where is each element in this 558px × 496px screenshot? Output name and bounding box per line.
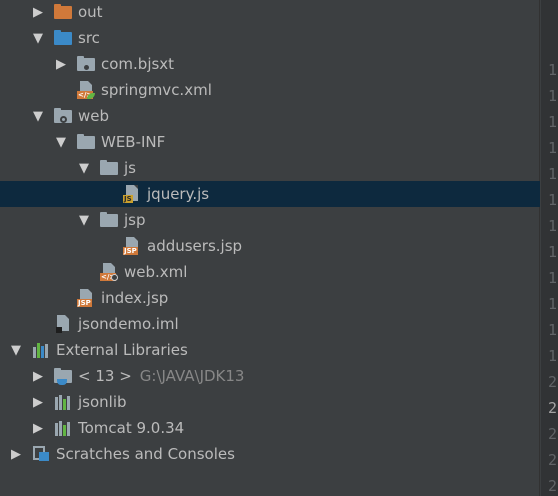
collapse-arrow-icon[interactable]: ▼ (78, 161, 90, 176)
line-number: 1 (548, 243, 558, 261)
tree-item-springmvc-xml[interactable]: </> springmvc.xml (0, 77, 540, 103)
line-number: 1 (548, 87, 558, 105)
line-number: 1 (548, 113, 558, 131)
tree-item-label: js (124, 159, 136, 177)
tree-item-label: springmvc.xml (101, 81, 212, 99)
tree-item-web-inf[interactable]: ▼ WEB-INF (0, 129, 540, 155)
tree-item-label: jsondemo.iml (78, 315, 179, 333)
collapse-arrow-icon[interactable]: ▼ (10, 343, 22, 358)
package-icon (77, 55, 95, 73)
line-number: 1 (548, 321, 558, 339)
tree-item-label: Tomcat 9.0.34 (78, 419, 185, 437)
tree-item-addusers-jsp[interactable]: JSP addusers.jsp (0, 233, 540, 259)
spring-xml-file-icon: </> (77, 81, 95, 99)
scratches-icon (32, 445, 50, 463)
expand-arrow-icon[interactable]: ▶ (32, 5, 44, 20)
folder-icon (100, 211, 118, 229)
folder-source-icon (54, 29, 72, 47)
expand-arrow-icon[interactable]: ▶ (32, 369, 44, 384)
editor-gutter: 1 1 1 1 1 1 1 1 1 1 1 1 2 2 2 2 2 (541, 0, 558, 496)
jsp-file-icon: JSP (123, 237, 141, 255)
web-folder-icon (54, 107, 72, 125)
tree-item-jsondemo-iml[interactable]: jsondemo.iml (0, 311, 540, 337)
tree-item-label: web.xml (124, 263, 188, 281)
line-number: 1 (548, 217, 558, 235)
line-number: 1 (548, 347, 558, 365)
collapse-arrow-icon[interactable]: ▼ (55, 135, 67, 150)
libraries-icon (32, 341, 50, 359)
tree-item-label: index.jsp (101, 289, 169, 307)
line-number-current: 2 (548, 399, 558, 417)
jdk-path: G:\JAVA\JDK13 (139, 367, 245, 385)
expand-arrow-icon[interactable]: ▶ (32, 395, 44, 410)
collapse-arrow-icon[interactable]: ▼ (78, 213, 90, 228)
folder-excluded-icon (54, 3, 72, 21)
web-xml-file-icon: </> (100, 263, 118, 281)
line-number: 2 (548, 477, 558, 495)
tree-item-external-libraries[interactable]: ▼ External Libraries (0, 337, 540, 363)
line-number: 2 (548, 451, 558, 469)
expand-arrow-icon[interactable]: ▶ (32, 421, 44, 436)
tree-item-label: External Libraries (56, 341, 188, 359)
line-number: 1 (548, 139, 558, 157)
line-number: 1 (548, 165, 558, 183)
jsp-file-icon: JSP (77, 289, 95, 307)
tree-item-label: WEB-INF (101, 133, 166, 151)
tree-item-index-jsp[interactable]: JSP index.jsp (0, 285, 540, 311)
tree-item-label: com.bjsxt (101, 55, 175, 73)
tree-item-label: jsp (124, 211, 146, 229)
tree-item-jquery-js[interactable]: JS jquery.js (0, 181, 540, 207)
module-file-icon (54, 315, 72, 333)
tree-item-out[interactable]: ▶ out (0, 0, 540, 25)
tree-item-com-bjsxt[interactable]: ▶ com.bjsxt (0, 51, 540, 77)
line-number: 1 (548, 295, 558, 313)
tree-item-jsp-folder[interactable]: ▼ jsp (0, 207, 540, 233)
tree-item-web-xml[interactable]: </> web.xml (0, 259, 540, 285)
library-icon (54, 419, 72, 437)
tree-item-jdk13[interactable]: ▶ < 13 > G:\JAVA\JDK13 (0, 363, 540, 389)
tree-item-js-folder[interactable]: ▼ js (0, 155, 540, 181)
tree-item-label: web (78, 107, 110, 125)
project-tree: ▶ out ▼ src ▶ com.bjsxt </> springmvc.xm… (0, 0, 540, 496)
javascript-file-icon: JS (123, 185, 141, 203)
tree-item-jsonlib[interactable]: ▶ jsonlib (0, 389, 540, 415)
tree-item-src[interactable]: ▼ src (0, 25, 540, 51)
tree-item-label: addusers.jsp (147, 237, 243, 255)
line-number: 2 (548, 373, 558, 391)
tree-item-label: < 13 > (78, 367, 132, 385)
tree-item-label: out (78, 3, 103, 21)
expand-arrow-icon[interactable]: ▶ (55, 57, 67, 72)
expand-arrow-icon[interactable]: ▶ (10, 447, 22, 462)
line-number: 1 (548, 61, 558, 79)
line-number: 2 (548, 425, 558, 443)
line-number: 1 (548, 191, 558, 209)
tree-item-scratches[interactable]: ▶ Scratches and Consoles (0, 441, 540, 467)
library-icon (54, 393, 72, 411)
tree-item-label: jquery.js (147, 185, 210, 203)
tree-item-label: jsonlib (78, 393, 127, 411)
tree-item-tomcat[interactable]: ▶ Tomcat 9.0.34 (0, 415, 540, 441)
folder-icon (100, 159, 118, 177)
line-number: 1 (548, 269, 558, 287)
tree-item-label: src (78, 29, 100, 47)
tree-item-web[interactable]: ▼ web (0, 103, 540, 129)
collapse-arrow-icon[interactable]: ▼ (32, 31, 44, 46)
folder-icon (77, 133, 95, 151)
collapse-arrow-icon[interactable]: ▼ (32, 109, 44, 124)
jdk-icon (54, 367, 72, 385)
tree-item-label: Scratches and Consoles (56, 445, 235, 463)
